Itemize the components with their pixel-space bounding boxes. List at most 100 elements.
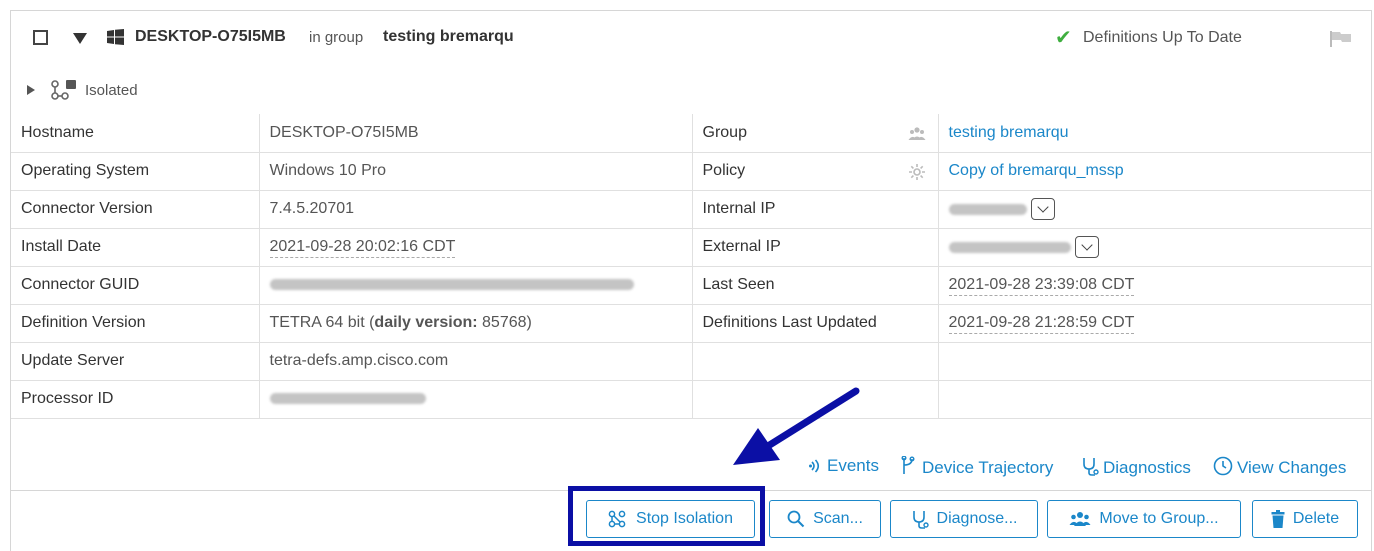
computer-header[interactable]: DESKTOP-O75I5MB in group testing bremarq… [11, 11, 1371, 67]
value-processor-id [258, 379, 693, 419]
isolation-icon [51, 80, 76, 100]
value-external-ip [937, 227, 1371, 267]
events-link-label: Events [827, 456, 879, 475]
diagnostics-link[interactable]: Diagnostics [1081, 456, 1191, 478]
diagnose-button[interactable]: Diagnose... [890, 500, 1038, 538]
empty-cell [937, 379, 1371, 419]
value-internal-ip [937, 189, 1371, 229]
trash-icon [1271, 510, 1285, 528]
label-group: Group [691, 114, 939, 153]
empty-cell [937, 341, 1371, 381]
definitions-status: Definitions Up To Date [1083, 29, 1242, 46]
gear-icon [908, 163, 925, 180]
label-processor-id: Processor ID [11, 379, 260, 419]
policy-link[interactable]: Copy of bremarqu_mssp [949, 162, 1124, 179]
events-icon [809, 459, 820, 473]
diagnostics-label: Diagnostics [1103, 458, 1191, 477]
header-group-name: testing bremarqu [383, 28, 514, 45]
device-trajectory-label: Device Trajectory [922, 458, 1054, 477]
table-row: Processor ID [11, 379, 1371, 419]
policy-label: Policy [702, 162, 746, 179]
in-group-text: in group [309, 29, 364, 46]
redacted-processor-id [269, 393, 426, 405]
group-link[interactable]: testing bremarqu [949, 124, 1069, 141]
computer-detail-panel: DESKTOP-O75I5MB in group testing bremarq… [10, 10, 1372, 551]
table-row: Install Date 2021-09-28 20:02:16 CDT Ext… [11, 227, 1371, 267]
table-row: Connector Version 7.4.5.20701 Internal I… [11, 189, 1371, 229]
table-row: Operating System Windows 10 Pro Policy C… [11, 151, 1371, 191]
events-link[interactable]: Events [809, 456, 879, 476]
group-icon [1069, 512, 1091, 526]
label-connector-version: Connector Version [11, 189, 260, 229]
table-row: Definition Version TETRA 64 bit (daily v… [11, 303, 1371, 343]
def-version-suffix: 85768) [477, 314, 532, 331]
stethoscope-icon [1083, 458, 1099, 476]
def-version-bold: daily version: [374, 314, 478, 331]
highlight-box [568, 486, 765, 546]
label-install-date: Install Date [11, 227, 260, 267]
empty-cell [691, 341, 939, 381]
value-os: Windows 10 Pro [258, 151, 693, 191]
scan-button[interactable]: Scan... [769, 500, 881, 538]
label-defs-last-updated: Definitions Last Updated [691, 303, 939, 343]
label-definition-version: Definition Version [11, 303, 260, 343]
search-icon [787, 510, 805, 528]
scan-label: Scan... [813, 510, 863, 527]
install-date-text: 2021-09-28 20:02:16 CDT [269, 238, 456, 258]
label-internal-ip: Internal IP [691, 189, 939, 229]
value-last-seen: 2021-09-28 23:39:08 CDT [937, 265, 1371, 305]
group-label: Group [702, 123, 747, 141]
chevron-down-icon[interactable] [1074, 236, 1099, 258]
action-links-row: Events Device Trajectory Diagnostics Vie… [11, 438, 1371, 491]
diagnose-label: Diagnose... [936, 510, 1018, 527]
value-update-server: tetra-defs.amp.cisco.com [258, 341, 693, 381]
value-defs-last-updated: 2021-09-28 21:28:59 CDT [937, 303, 1371, 343]
table-row: Hostname DESKTOP-O75I5MB Group testing b… [11, 114, 1371, 153]
value-group[interactable]: testing bremarqu [937, 114, 1371, 153]
label-hostname: Hostname [11, 114, 260, 153]
view-changes-link[interactable]: View Changes [1213, 456, 1346, 478]
group-icon [908, 127, 925, 140]
isolation-status-label: Isolated [85, 82, 138, 99]
isolation-status-row[interactable]: Isolated [11, 75, 411, 105]
check-icon: ✔ [1055, 27, 1072, 49]
trajectory-icon [901, 455, 915, 474]
stethoscope-icon [912, 511, 929, 529]
label-policy: Policy [691, 151, 939, 191]
redacted-external-ip [948, 241, 1071, 253]
value-hostname: DESKTOP-O75I5MB [258, 114, 693, 153]
computer-details-table: Hostname DESKTOP-O75I5MB Group testing b… [11, 114, 1371, 419]
clock-icon [1213, 456, 1233, 476]
empty-cell [691, 379, 939, 419]
table-row: Update Server tetra-defs.amp.cisco.com [11, 341, 1371, 381]
move-to-group-label: Move to Group... [1099, 510, 1219, 527]
last-seen-text: 2021-09-28 23:39:08 CDT [948, 276, 1135, 296]
delete-label: Delete [1292, 510, 1340, 527]
label-os: Operating System [11, 151, 260, 191]
delete-button[interactable]: Delete [1252, 500, 1358, 538]
label-last-seen: Last Seen [691, 265, 939, 305]
redacted-guid [269, 279, 634, 291]
device-trajectory-link[interactable]: Device Trajectory [900, 455, 1054, 478]
redacted-internal-ip [948, 203, 1027, 215]
chevron-down-icon[interactable] [1030, 198, 1055, 220]
move-to-group-button[interactable]: Move to Group... [1047, 500, 1241, 538]
windows-icon [107, 29, 124, 45]
value-policy[interactable]: Copy of bremarqu_mssp [937, 151, 1371, 191]
value-definition-version: TETRA 64 bit (daily version: 85768) [258, 303, 693, 343]
label-update-server: Update Server [11, 341, 260, 381]
label-connector-guid: Connector GUID [11, 265, 260, 305]
value-connector-version: 7.4.5.20701 [258, 189, 693, 229]
value-install-date: 2021-09-28 20:02:16 CDT [258, 227, 693, 267]
header-hostname: DESKTOP-O75I5MB [135, 28, 286, 45]
expand-caret-icon[interactable] [27, 85, 35, 95]
def-version-prefix: TETRA 64 bit ( [269, 314, 375, 331]
value-connector-guid [258, 265, 693, 305]
collapse-caret-icon[interactable] [73, 33, 87, 44]
defs-last-updated-text: 2021-09-28 21:28:59 CDT [948, 314, 1135, 334]
view-changes-label: View Changes [1237, 458, 1347, 477]
flag-icon[interactable] [1329, 31, 1353, 47]
select-checkbox[interactable] [33, 30, 48, 45]
table-row: Connector GUID Last Seen 2021-09-28 23:3… [11, 265, 1371, 305]
label-external-ip: External IP [691, 227, 939, 267]
